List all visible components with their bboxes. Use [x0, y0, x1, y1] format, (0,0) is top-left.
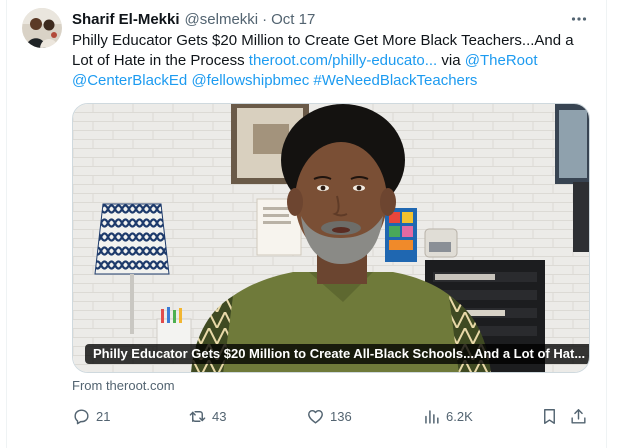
article-link[interactable]: theroot.com/philly-educato...: [249, 52, 437, 69]
hashtag-weneedblackteachers[interactable]: #WeNeedBlackTeachers: [313, 72, 477, 89]
link-source[interactable]: From theroot.com: [72, 378, 175, 394]
reply-icon: [74, 408, 89, 424]
share-icon: [571, 408, 586, 424]
timeline-divider-left: [6, 0, 7, 448]
mention-theroot[interactable]: @TheRoot: [465, 52, 538, 69]
views-icon: [425, 409, 439, 424]
video-thumbnail: [73, 104, 589, 372]
views-count: 6.2K: [446, 408, 473, 424]
tweet-date[interactable]: Oct 17: [271, 11, 315, 28]
tweet-header: Sharif El-Mekki @selmekki · Oct 17: [72, 9, 315, 29]
video-caption: Philly Educator Gets $20 Million to Crea…: [85, 344, 589, 364]
tweet-text: Philly Educator Gets $20 Million to Crea…: [72, 31, 592, 91]
share-button[interactable]: [569, 405, 588, 427]
author-handle[interactable]: @selmekki: [185, 11, 259, 28]
author-name[interactable]: Sharif El-Mekki: [72, 11, 180, 28]
mention-fellowshipbmec[interactable]: @fellowshipbmec: [191, 72, 309, 89]
more-icon: [571, 17, 587, 21]
avatar-image: [22, 8, 62, 48]
repost-icon: [189, 410, 206, 422]
link-card-media[interactable]: Philly Educator Gets $20 Million to Crea…: [72, 103, 590, 373]
like-button[interactable]: 136: [306, 405, 352, 427]
like-icon: [308, 409, 323, 424]
via-text: via: [441, 52, 461, 69]
more-button[interactable]: [568, 9, 590, 29]
timeline-divider-right: [606, 0, 607, 448]
like-count: 136: [330, 408, 352, 424]
repost-count: 43: [212, 408, 227, 424]
bookmark-icon: [544, 408, 555, 424]
header-separator: ·: [262, 10, 268, 28]
avatar[interactable]: [22, 8, 62, 48]
repost-button[interactable]: 43: [188, 405, 226, 427]
action-bar: 21 43 136 6.2K: [72, 405, 592, 427]
bookmark-button[interactable]: [540, 405, 559, 427]
views-button[interactable]: 6.2K: [422, 405, 473, 427]
reply-count: 21: [96, 408, 111, 424]
reply-button[interactable]: 21: [72, 405, 110, 427]
tweet-card[interactable]: Sharif El-Mekki @selmekki · Oct 17 Phill…: [0, 0, 629, 448]
mention-centerblacked[interactable]: @CenterBlackEd: [72, 72, 187, 89]
